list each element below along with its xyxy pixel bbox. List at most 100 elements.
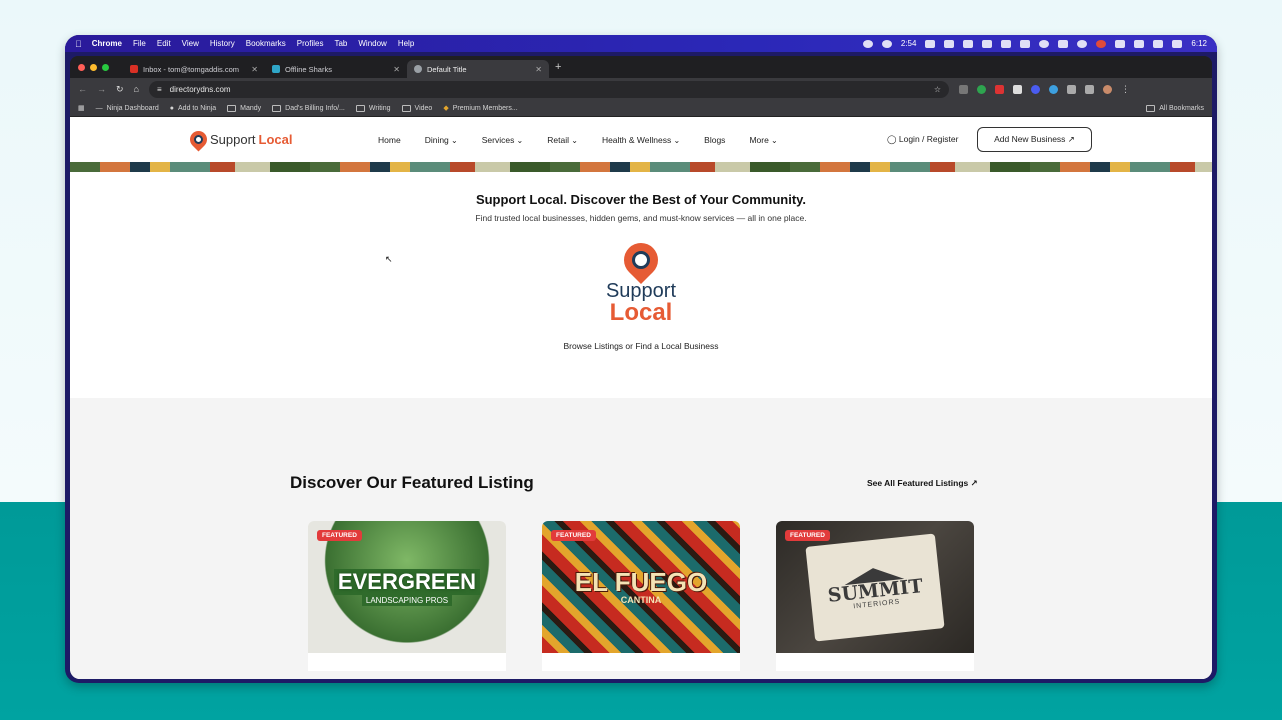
bookmark-star-icon[interactable]: ☆ xyxy=(934,85,941,94)
tab-gmail[interactable]: Inbox - tom@tomgaddis.com ✕ xyxy=(123,60,265,78)
app-square-icon[interactable] xyxy=(963,39,974,48)
eyedropper-icon[interactable] xyxy=(1012,84,1022,94)
login-register-link[interactable]: ◯ Login / Register xyxy=(887,134,958,145)
new-tab-button[interactable]: + xyxy=(555,61,561,73)
menu-bookmarks[interactable]: Bookmarks xyxy=(246,39,286,48)
bookmark-label: Mandy xyxy=(240,104,262,112)
tab-default-title[interactable]: Default Title ✕ xyxy=(407,60,549,78)
close-tab-icon[interactable]: ✕ xyxy=(535,65,542,74)
clock[interactable]: 6:12 xyxy=(1191,39,1207,48)
extension-globe-icon[interactable] xyxy=(1048,84,1058,94)
bookmark-label: Premium Members... xyxy=(452,104,518,112)
listing-card-evergreen[interactable]: FEATURED EVERGREEN LANDSCAPING PROS xyxy=(308,521,506,671)
control-center-icon[interactable] xyxy=(1172,39,1183,48)
extension-blue-icon[interactable] xyxy=(1030,84,1040,94)
menu-dots-icon[interactable]: ⋮ xyxy=(1121,84,1130,94)
bookmark-mandy[interactable]: Mandy xyxy=(227,104,262,112)
bookmark-add-to-ninja[interactable]: ● Add to Ninja xyxy=(170,105,216,112)
window-controls xyxy=(78,56,109,78)
sidepanel-icon[interactable] xyxy=(1084,84,1094,94)
listing-card-el-fuego[interactable]: FEATURED EL FUEGO CANTINA xyxy=(542,521,740,671)
status-app-icon[interactable] xyxy=(862,39,873,48)
dropbox-icon[interactable] xyxy=(982,39,993,48)
site-settings-icon[interactable]: ≡ xyxy=(157,85,162,94)
battery-app-icon[interactable] xyxy=(944,39,955,48)
listing-image[interactable]: FEATURED EL FUEGO CANTINA xyxy=(542,521,740,653)
menu-file[interactable]: File xyxy=(133,39,146,48)
nav-services[interactable]: Services xyxy=(482,135,524,145)
bookmark-label: Writing xyxy=(368,104,391,112)
add-business-button[interactable]: Add New Business ↗ xyxy=(977,127,1092,152)
featured-section: Discover Our Featured Listing See All Fe… xyxy=(70,398,1212,679)
site-header: SupportLocal Home Dining Services Retail… xyxy=(70,117,1212,162)
nav-blogs[interactable]: Blogs xyxy=(704,135,725,145)
menu-profiles[interactable]: Profiles xyxy=(297,39,324,48)
featured-badge: FEATURED xyxy=(551,530,596,541)
bookmark-writing[interactable]: Writing xyxy=(355,104,391,112)
site-logo[interactable]: Support Local xyxy=(186,127,378,152)
record-icon[interactable] xyxy=(1096,39,1107,48)
image-text-main: EL FUEGO xyxy=(574,567,708,597)
back-icon[interactable]: ← xyxy=(78,84,87,94)
menu-history[interactable]: History xyxy=(210,39,235,48)
listing-title[interactable] xyxy=(542,653,740,671)
tab-offline-sharks[interactable]: Offline Sharks ✕ xyxy=(265,60,407,78)
menu-view[interactable]: View xyxy=(182,39,199,48)
home-icon[interactable]: ⌂ xyxy=(134,84,139,94)
display-icon[interactable] xyxy=(1020,39,1031,48)
bookmark-video[interactable]: Video xyxy=(401,104,432,112)
nav-more[interactable]: More xyxy=(749,135,777,145)
nav-dining[interactable]: Dining xyxy=(425,135,458,145)
close-window-button[interactable] xyxy=(78,63,85,71)
bluetooth-icon[interactable] xyxy=(1001,39,1012,48)
listing-title[interactable] xyxy=(776,653,974,671)
search-icon[interactable] xyxy=(1077,39,1088,48)
premium-icon: ◆ xyxy=(443,105,449,112)
bookmarks-bar: ▦ — Ninja Dashboard ● Add to Ninja Mandy D… xyxy=(70,100,1212,117)
minimize-window-button[interactable] xyxy=(90,63,97,71)
extension-icon[interactable] xyxy=(958,84,968,94)
extension-green-icon[interactable] xyxy=(976,84,986,94)
apple-icon[interactable]:  xyxy=(75,39,82,49)
webpage: SupportLocal Home Dining Services Retail… xyxy=(70,117,1212,679)
wifi-icon[interactable] xyxy=(1134,39,1145,48)
reload-icon[interactable]: ↻ xyxy=(116,84,124,95)
listing-card-summit[interactable]: FEATURED SUMMIT INTERIORS xyxy=(776,521,974,671)
location-search-icon xyxy=(186,127,211,152)
listing-title[interactable] xyxy=(308,653,506,671)
profile-avatar[interactable] xyxy=(1102,84,1112,94)
timer-readout[interactable]: 2:54 xyxy=(901,39,917,48)
extension-red-icon[interactable] xyxy=(994,84,1004,94)
nav-health-wellness[interactable]: Health & Wellness xyxy=(602,135,680,145)
address-bar[interactable]: ≡ directorydns.com ☆ xyxy=(148,80,949,98)
menu-chrome[interactable]: Chrome xyxy=(92,39,122,48)
menu-help[interactable]: Help xyxy=(398,39,414,48)
puzzle-icon[interactable] xyxy=(1066,84,1076,94)
apps-grid-icon[interactable]: ▦ xyxy=(78,104,85,112)
bookmark-premium-members[interactable]: ◆ Premium Members... xyxy=(443,104,518,113)
bookmark-dads-billing[interactable]: Dad's Billing Info/... xyxy=(272,104,345,112)
screen-icon[interactable] xyxy=(925,39,936,48)
battery-icon[interactable] xyxy=(1153,39,1164,48)
shield-icon[interactable] xyxy=(1115,39,1126,48)
url-text[interactable]: directorydns.com xyxy=(170,85,231,94)
close-tab-icon[interactable]: ✕ xyxy=(393,65,400,74)
menu-edit[interactable]: Edit xyxy=(157,39,171,48)
zoom-window-button[interactable] xyxy=(102,63,109,71)
close-tab-icon[interactable]: ✕ xyxy=(251,65,258,74)
image-text-sub: LANDSCAPING PROS xyxy=(361,594,453,606)
evernote-icon[interactable] xyxy=(881,39,892,48)
all-bookmarks[interactable]: All Bookmarks xyxy=(1146,104,1204,112)
nav-home[interactable]: Home xyxy=(378,135,401,145)
dots-icon[interactable] xyxy=(1039,39,1050,48)
menu-window[interactable]: Window xyxy=(358,39,386,48)
menu-tab[interactable]: Tab xyxy=(334,39,347,48)
nav-retail[interactable]: Retail xyxy=(547,135,578,145)
airplay-icon[interactable] xyxy=(1058,39,1069,48)
see-all-featured-link[interactable]: See All Featured Listings ↗ xyxy=(867,478,978,489)
bookmark-ninja-dashboard[interactable]: — Ninja Dashboard xyxy=(96,105,159,112)
listing-image[interactable]: FEATURED EVERGREEN LANDSCAPING PROS xyxy=(308,521,506,653)
forward-icon[interactable]: → xyxy=(97,84,106,94)
listing-image[interactable]: FEATURED SUMMIT INTERIORS xyxy=(776,521,974,653)
globe-icon xyxy=(414,65,422,73)
